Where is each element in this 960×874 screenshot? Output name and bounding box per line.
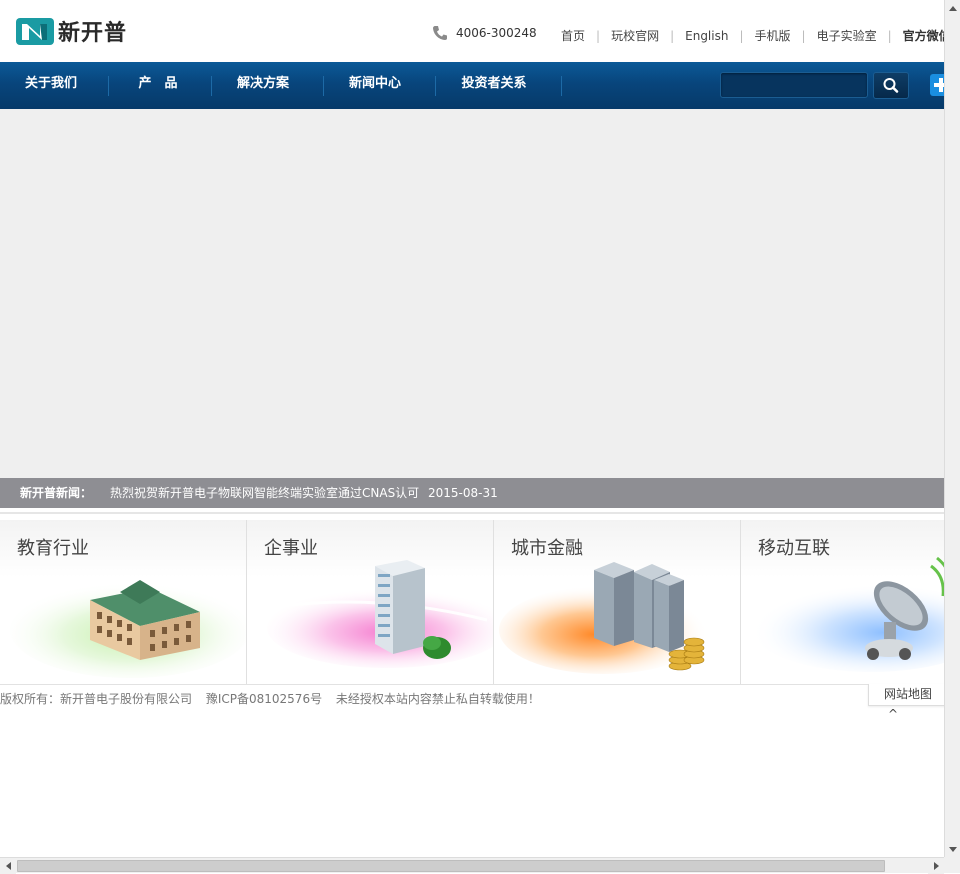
share-plus-button[interactable] [930, 74, 944, 96]
site-header: 新开普 4006-300248 首页 | 玩校官网 | English | 手机… [0, 0, 944, 62]
hotline: 4006-300248 [432, 25, 537, 41]
logo-text: 新开普 [58, 21, 128, 46]
scroll-right-button[interactable] [928, 858, 944, 874]
copyright-notice: 未经授权本站内容禁止私自转载使用！ [335, 692, 540, 706]
industry-title: 移动互联 [758, 538, 830, 559]
arrow-left-icon [5, 862, 11, 870]
news-ticker: 新开普新闻： 热烈祝贺新开普电子物联网智能终端实验室通过CNAS认可 2015-… [0, 478, 944, 508]
office-tower-icon [256, 560, 493, 668]
industry-title: 教育行业 [17, 538, 89, 559]
scroll-down-button[interactable] [945, 841, 960, 857]
scroll-up-button[interactable] [945, 0, 960, 16]
logo[interactable]: 新开普 [16, 17, 128, 46]
city-finance-icon [499, 562, 709, 674]
page-viewport: 新开普 4006-300248 首页 | 玩校官网 | English | 手机… [0, 0, 944, 857]
copyright-text: 版权所有：新开普电子股份有限公司 [0, 692, 193, 706]
school-building-icon [10, 580, 246, 678]
search-icon [883, 78, 899, 93]
news-label: 新开普新闻： [20, 486, 93, 500]
industry-title: 企事业 [264, 538, 318, 559]
search-input[interactable] [720, 72, 868, 98]
industry-card-enterprise[interactable]: 企事业 [247, 520, 494, 684]
arrow-down-icon [949, 846, 957, 852]
industry-cards: 教育行业 企事业 城市金融 移动互联 [0, 512, 944, 684]
phone-number: 4006-300248 [456, 26, 537, 40]
arrow-up-icon [949, 5, 957, 11]
link-mobile[interactable]: 手机版 [744, 27, 802, 44]
vertical-scrollbar[interactable] [944, 0, 960, 857]
nav-about[interactable]: 关于我们 [0, 62, 102, 109]
nav-news[interactable]: 新闻中心 [324, 62, 426, 109]
footer-copyright: 版权所有：新开普电子股份有限公司 豫ICP备08102576号 未经授权本站内容… [0, 690, 550, 707]
plus-icon [934, 78, 944, 92]
nav-solutions[interactable]: 解决方案 [212, 62, 314, 109]
top-links: 首页 | 玩校官网 | English | 手机版 | 电子实验室 | 官方微信 [550, 27, 944, 44]
nav-divider [561, 76, 562, 96]
vertical-scroll-track[interactable] [947, 17, 959, 837]
phone-icon [433, 26, 447, 40]
sitemap-label: 网站地图 [884, 687, 933, 701]
search-button[interactable] [873, 72, 909, 99]
footer-divider [0, 684, 944, 685]
horizontal-scroll-thumb[interactable] [17, 860, 885, 872]
scrollbar-corner [944, 857, 960, 873]
link-home[interactable]: 首页 [550, 27, 596, 44]
sitemap-toggle[interactable]: 网站地图 ^ [868, 684, 944, 721]
arrow-right-icon [933, 862, 939, 870]
hero-banner [0, 109, 944, 478]
satellite-dish-icon [751, 556, 944, 672]
industry-title: 城市金融 [511, 538, 583, 559]
industry-card-finance[interactable]: 城市金融 [494, 520, 741, 684]
scroll-left-button[interactable] [0, 858, 16, 874]
industry-card-mobile[interactable]: 移动互联 [741, 520, 944, 684]
chevron-up-icon: ^ [888, 707, 899, 721]
logo-mark-icon [16, 17, 54, 45]
industry-card-education[interactable]: 教育行业 [0, 520, 247, 684]
icp-number[interactable]: 豫ICP备08102576号 [206, 692, 322, 706]
link-english[interactable]: English [674, 29, 739, 43]
main-nav: 关于我们 产 品 解决方案 新闻中心 投资者关系 [0, 62, 944, 109]
news-date: 2015-08-31 [428, 486, 498, 500]
nav-products[interactable]: 产 品 [108, 62, 208, 109]
news-headline[interactable]: 热烈祝贺新开普电子物联网智能终端实验室通过CNAS认可 [110, 478, 419, 508]
link-wechat[interactable]: 官方微信 [892, 27, 944, 44]
link-wanxiao[interactable]: 玩校官网 [600, 27, 670, 44]
nav-investors[interactable]: 投资者关系 [436, 62, 552, 109]
horizontal-scrollbar[interactable] [0, 857, 944, 874]
link-lab[interactable]: 电子实验室 [806, 27, 888, 44]
